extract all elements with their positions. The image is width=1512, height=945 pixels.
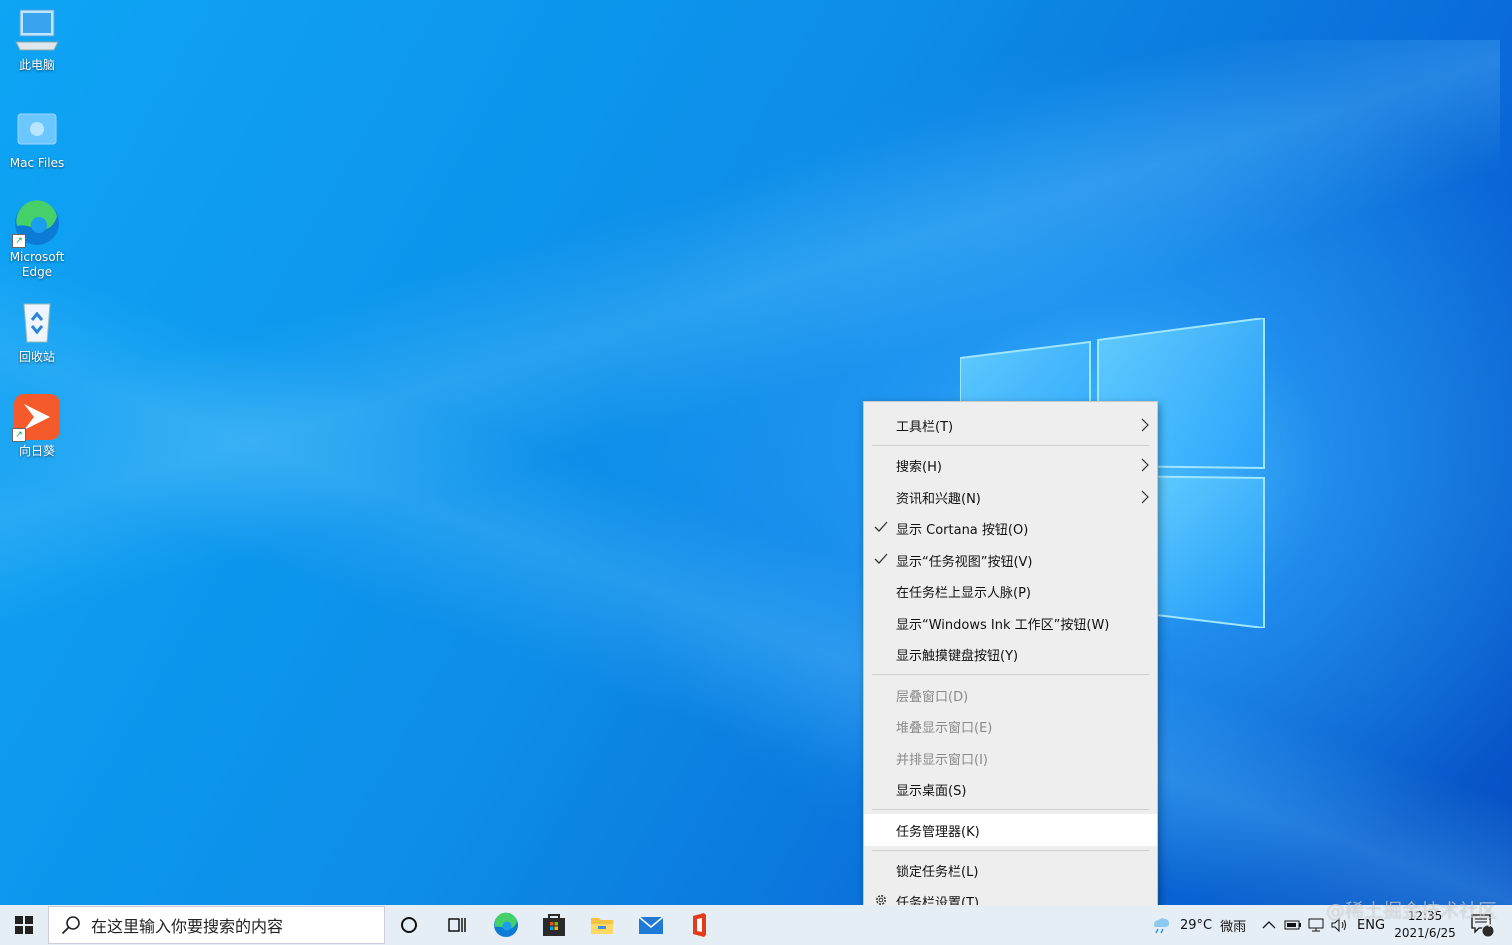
- shortcut-arrow-icon: ↗: [12, 428, 26, 442]
- menu-item-search[interactable]: 搜索(H): [864, 449, 1157, 481]
- chevron-up-icon: [1262, 921, 1276, 929]
- menu-item-news-interests[interactable]: 资讯和兴趣(N): [864, 481, 1157, 513]
- taskbar-app-office[interactable]: [675, 905, 723, 945]
- desktop-icon-this-pc[interactable]: 此电脑: [1, 6, 73, 73]
- desktop: 此电脑 Mac Files ↗ Microsoft Edge 回收站 ↗ 向日葵: [0, 0, 1512, 905]
- checkmark-icon: [874, 521, 888, 532]
- menu-item-show-task-view[interactable]: 显示“任务视图”按钮(V): [864, 544, 1157, 576]
- cortana-circle-icon: [401, 917, 417, 933]
- menu-item-show-people[interactable]: 在任务栏上显示人脉(P): [864, 575, 1157, 607]
- menu-item-show-windows-ink[interactable]: 显示“Windows Ink 工作区”按钮(W): [864, 607, 1157, 639]
- folder-icon: [17, 113, 57, 145]
- menu-item-show-touch-keyboard[interactable]: 显示触摸键盘按钮(Y): [864, 638, 1157, 670]
- taskbar-app-store[interactable]: [530, 905, 578, 945]
- menu-separator: [872, 674, 1149, 675]
- shortcut-arrow-icon: ↗: [12, 234, 26, 248]
- mail-icon: [638, 916, 664, 934]
- desktop-icon-label: 回收站: [18, 350, 55, 364]
- menu-separator: [872, 445, 1149, 446]
- taskbar-app-file-explorer[interactable]: [578, 905, 626, 945]
- taskbar-app-mail[interactable]: [627, 905, 675, 945]
- office-icon: [693, 913, 706, 937]
- chevron-right-icon: [1141, 458, 1149, 472]
- menu-item-side-by-side[interactable]: 并排显示窗口(I): [864, 742, 1157, 774]
- weather-temperature: 29°C: [1180, 917, 1213, 933]
- taskbar: 在这里输入你要搜索的内容 29°C 微雨 ENG 12:35 2021/6/25…: [0, 905, 1512, 945]
- clock-date: 2021/6/25: [1394, 926, 1456, 940]
- start-button[interactable]: [0, 905, 48, 945]
- menu-item-stack-windows[interactable]: 堆叠显示窗口(E): [864, 710, 1157, 742]
- network-icon: [1308, 918, 1324, 932]
- desktop-icon-label: Mac Files: [9, 156, 65, 170]
- desktop-icon-recycle-bin[interactable]: 回收站: [1, 298, 73, 365]
- battery-tray-button[interactable]: [1284, 905, 1302, 945]
- menu-separator: [872, 809, 1149, 810]
- menu-item-show-cortana[interactable]: 显示 Cortana 按钮(O): [864, 512, 1157, 544]
- watermark: @稀土掘金技术社区: [1326, 900, 1498, 922]
- chevron-right-icon: [1141, 418, 1149, 432]
- menu-item-cascade-windows[interactable]: 层叠窗口(D): [864, 679, 1157, 711]
- desktop-icon-edge[interactable]: ↗ Microsoft Edge: [1, 198, 73, 280]
- weather-condition: 微雨: [1220, 919, 1247, 935]
- desktop-icon-mac-files[interactable]: Mac Files: [1, 104, 73, 171]
- checkmark-icon: [874, 553, 888, 564]
- chevron-right-icon: [1141, 490, 1149, 504]
- rain-cloud-icon: [1154, 918, 1169, 934]
- taskbar-context-menu: 工具栏(T) 搜索(H) 资讯和兴趣(N) 显示 Cortana 按钮(O) 显…: [863, 401, 1158, 925]
- store-icon: [543, 914, 565, 936]
- search-placeholder: 在这里输入你要搜索的内容: [91, 917, 284, 936]
- edge-icon: [494, 912, 518, 937]
- desktop-icon-label: Microsoft Edge: [9, 250, 65, 279]
- computer-icon: [15, 9, 59, 51]
- windows-start-icon: [15, 916, 33, 934]
- search-icon: [61, 916, 80, 935]
- task-view-icon: [448, 918, 466, 932]
- recycle-bin-icon: [23, 303, 51, 343]
- show-hidden-icons-button[interactable]: [1262, 905, 1276, 945]
- taskbar-search-box[interactable]: 在这里输入你要搜索的内容: [48, 906, 385, 944]
- menu-item-lock-taskbar[interactable]: 锁定任务栏(L): [864, 854, 1157, 886]
- file-explorer-icon: [591, 918, 613, 934]
- menu-item-show-desktop[interactable]: 显示桌面(S): [864, 773, 1157, 805]
- taskbar-app-edge[interactable]: [482, 905, 530, 945]
- weather-widget[interactable]: 29°C 微雨: [1150, 905, 1246, 945]
- menu-separator: [872, 850, 1149, 851]
- menu-item-toolbars[interactable]: 工具栏(T): [864, 409, 1157, 441]
- menu-item-task-manager[interactable]: 任务管理器(K): [864, 814, 1157, 846]
- desktop-icon-sunlogin[interactable]: ↗ 向日葵: [1, 392, 73, 459]
- task-view-button[interactable]: [433, 905, 481, 945]
- battery-icon: [1284, 920, 1301, 930]
- desktop-icon-label: 向日葵: [18, 444, 55, 458]
- network-tray-button[interactable]: [1307, 905, 1325, 945]
- desktop-icon-label: 此电脑: [18, 58, 55, 72]
- cortana-button[interactable]: [385, 905, 433, 945]
